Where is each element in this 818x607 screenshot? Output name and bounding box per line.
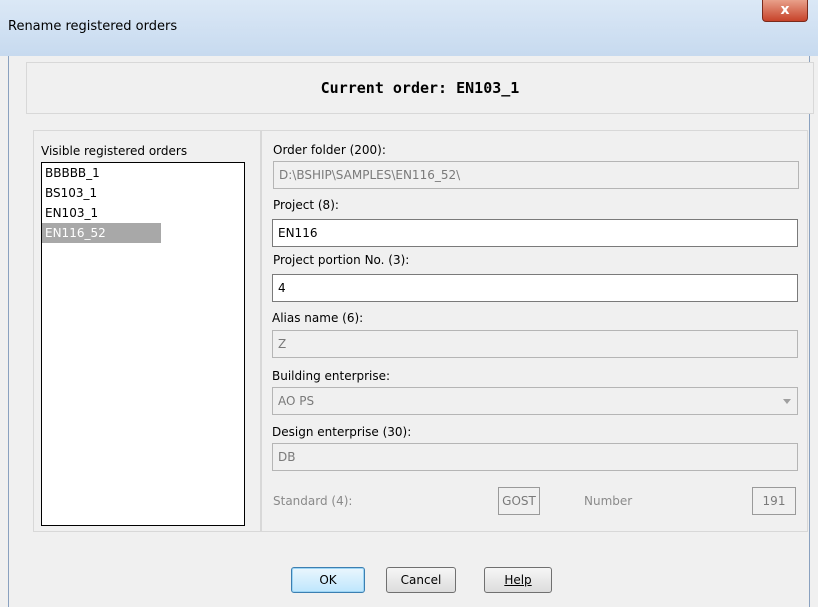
alias-name-label: Alias name (6): bbox=[272, 311, 364, 325]
number-field: 191 bbox=[752, 487, 796, 515]
design-enterprise-field: DB bbox=[272, 443, 798, 471]
building-enterprise-label: Building enterprise: bbox=[272, 369, 391, 383]
standard-field: GOST bbox=[498, 487, 540, 515]
list-item[interactable]: BBBBB_1 bbox=[42, 163, 161, 183]
order-folder-field: D:\BSHIP\SAMPLES\EN116_52\ bbox=[273, 161, 799, 189]
orders-list-panel: Visible registered orders BBBBB_1 BS103_… bbox=[33, 130, 261, 532]
list-item[interactable]: EN103_1 bbox=[42, 203, 161, 223]
building-enterprise-select: AO PS bbox=[272, 387, 798, 415]
standard-label: Standard (4): bbox=[273, 494, 353, 508]
window-title: Rename registered orders bbox=[8, 19, 178, 34]
building-enterprise-value: AO PS bbox=[278, 394, 315, 408]
orders-list-label: Visible registered orders bbox=[41, 144, 188, 158]
project-portion-input[interactable]: 4 bbox=[272, 274, 798, 302]
project-portion-label: Project portion No. (3): bbox=[273, 253, 410, 267]
help-button[interactable]: Help bbox=[484, 567, 552, 593]
cancel-button[interactable]: Cancel bbox=[386, 567, 456, 593]
list-item-selected[interactable]: EN116_52 bbox=[42, 223, 161, 243]
project-input[interactable]: EN116 bbox=[272, 219, 798, 247]
number-label: Number bbox=[584, 494, 633, 508]
current-order-panel: Current order: EN103_1 bbox=[26, 62, 814, 114]
ok-button[interactable]: OK bbox=[291, 567, 365, 593]
alias-name-field: Z bbox=[272, 330, 798, 358]
design-enterprise-label: Design enterprise (30): bbox=[272, 425, 412, 439]
orders-listbox[interactable]: BBBBB_1 BS103_1 EN103_1 EN116_52 bbox=[41, 162, 245, 526]
order-folder-label: Order folder (200): bbox=[273, 143, 386, 157]
help-button-label: Help bbox=[504, 573, 532, 587]
close-button[interactable]: x bbox=[762, 0, 808, 22]
close-icon: x bbox=[780, 2, 790, 18]
title-bar[interactable]: Rename registered orders x bbox=[0, 0, 818, 56]
list-item[interactable]: BS103_1 bbox=[42, 183, 161, 203]
project-label: Project (8): bbox=[273, 198, 339, 212]
current-order-text: Current order: EN103_1 bbox=[320, 79, 520, 97]
rename-orders-dialog: Rename registered orders x Current order… bbox=[0, 0, 818, 607]
chevron-down-icon bbox=[783, 399, 791, 404]
